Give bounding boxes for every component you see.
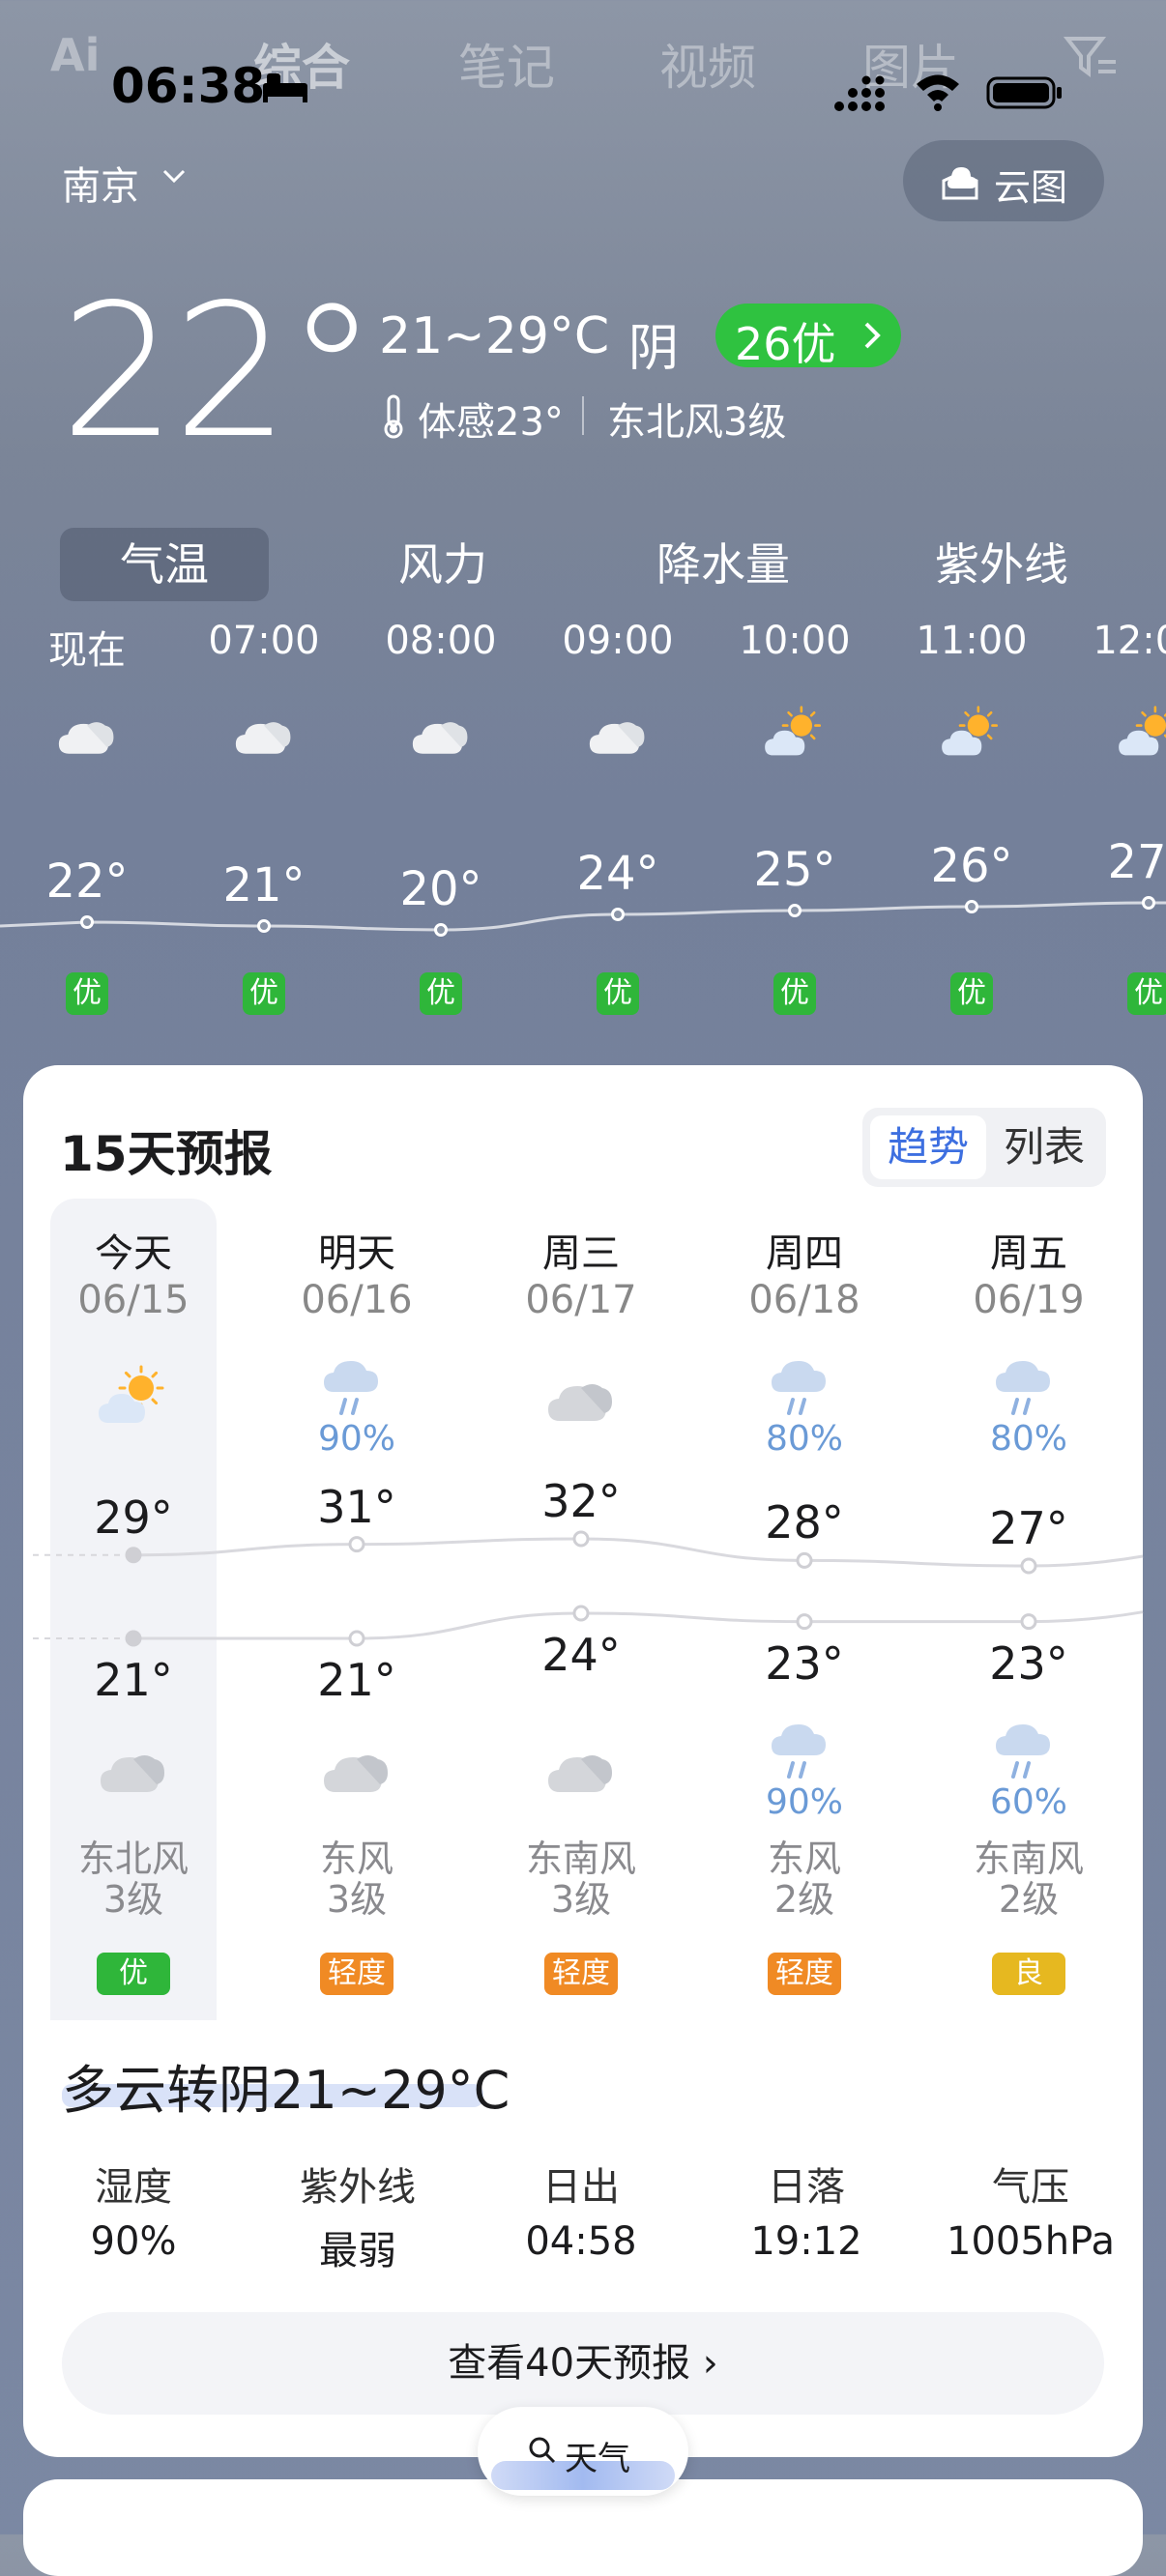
- weather-search-button[interactable]: 天气: [478, 2407, 688, 2496]
- stat-value: 19:12: [750, 2219, 862, 2264]
- wind-direction: 东风: [319, 1838, 394, 1880]
- stat-label: 紫外线: [300, 2165, 416, 2210]
- day-name: 周三: [542, 1231, 620, 1276]
- day-date: 06/18: [748, 1278, 860, 1322]
- precip-chance: 60%: [989, 1782, 1067, 1822]
- rain-icon: [990, 1351, 1067, 1419]
- cloudy-icon: [318, 1736, 395, 1804]
- low-temp: 21°: [94, 1654, 173, 1706]
- air-quality-badge: 优: [97, 1953, 170, 1995]
- rain-icon: [766, 1351, 843, 1419]
- day-name: 明天: [318, 1231, 395, 1276]
- search-icon: [529, 2437, 556, 2464]
- wind-direction: 东北风: [77, 1838, 189, 1880]
- day-name: 周四: [766, 1231, 843, 1276]
- wind-level: 3级: [550, 1878, 612, 1921]
- precip-chance: 90%: [317, 1419, 395, 1459]
- high-temp: 27°: [989, 1502, 1068, 1554]
- day-date: 06/19: [973, 1278, 1085, 1322]
- day-date: 06/15: [77, 1278, 189, 1322]
- view-40-day-button[interactable]: 查看40天预报 ›: [62, 2312, 1104, 2415]
- stat-label: 日落: [768, 2165, 845, 2210]
- weather-search-label: 天气: [565, 2440, 630, 2478]
- rain-icon: [990, 1715, 1067, 1782]
- daily-forecast: 今天 06/15 29° 21° 东北风 3级优明天 06/16 90% 31° 21° 东风 3级轻…: [0, 0, 1166, 2534]
- cloudy-icon: [95, 1736, 172, 1804]
- stat-label: 气压: [992, 2165, 1069, 2210]
- high-temp: 31°: [317, 1480, 396, 1533]
- day-name: 今天: [95, 1231, 172, 1276]
- low-temp: 23°: [765, 1636, 844, 1690]
- low-temp: 21°: [317, 1654, 396, 1706]
- wind-level: 2级: [998, 1878, 1060, 1921]
- wind-level: 2级: [773, 1878, 835, 1921]
- stat-label: 日出: [542, 2165, 620, 2210]
- stat-label: 湿度: [95, 2165, 172, 2210]
- stat-value: 1005hPa: [947, 2219, 1115, 2264]
- precip-chance: 90%: [765, 1782, 843, 1822]
- stat-value: 90%: [90, 2219, 177, 2264]
- air-quality-badge: 轻度: [544, 1953, 618, 1995]
- low-temp: 24°: [541, 1629, 621, 1681]
- rain-icon: [766, 1715, 843, 1782]
- low-temp: 23°: [989, 1636, 1068, 1690]
- precip-chance: 80%: [989, 1419, 1067, 1459]
- precip-chance: 80%: [765, 1419, 843, 1459]
- wind-level: 3级: [326, 1878, 388, 1921]
- cloudy-icon: [542, 1365, 620, 1433]
- air-quality-badge: 轻度: [768, 1953, 841, 1995]
- air-quality-badge: 良: [992, 1953, 1065, 1995]
- wind-direction: 东风: [767, 1838, 841, 1880]
- high-temp: 32°: [541, 1475, 621, 1527]
- high-temp: 28°: [765, 1496, 844, 1549]
- rain-icon: [318, 1351, 395, 1419]
- day-date: 06/17: [525, 1278, 637, 1322]
- wind-level: 3级: [102, 1878, 164, 1921]
- high-temp: 29°: [94, 1491, 173, 1544]
- stat-value: 最弱: [319, 2229, 396, 2273]
- weather-summary: 多云转阴21~29°C: [62, 2060, 510, 2121]
- wind-direction: 东南风: [525, 1838, 636, 1880]
- wind-direction: 东南风: [973, 1838, 1084, 1880]
- cloudy-icon: [542, 1736, 620, 1804]
- partly-sunny-icon: [95, 1365, 172, 1433]
- air-quality-badge: 轻度: [320, 1953, 394, 1995]
- stat-value: 04:58: [525, 2219, 637, 2264]
- day-name: 周五: [990, 1231, 1067, 1276]
- day-date: 06/16: [301, 1278, 413, 1322]
